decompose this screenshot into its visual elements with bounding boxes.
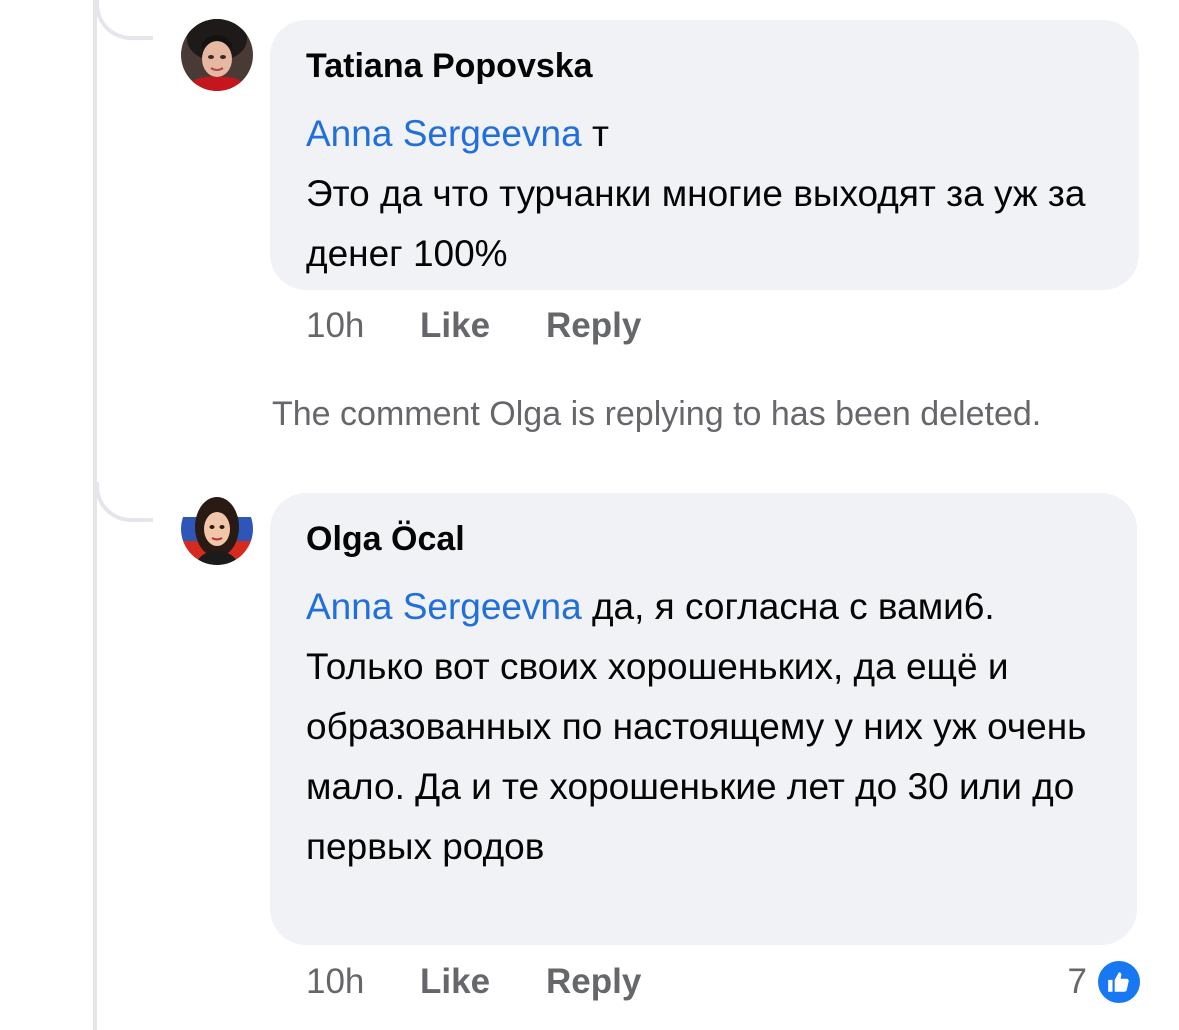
comment-bubble: Tatiana Popovska Anna Sergeevna т Это да… — [270, 20, 1139, 290]
comment-actions: 10h Like Reply — [306, 306, 641, 346]
comment-timestamp[interactable]: 10h — [306, 962, 420, 1002]
like-button[interactable]: Like — [420, 962, 546, 1002]
comment-text: Anna Sergeevna т Это да что турчанки мно… — [306, 104, 1103, 284]
comment-text: Anna Sergeevna да, я согласна с вами6. Т… — [306, 577, 1101, 877]
comment-author[interactable]: Tatiana Popovska — [306, 46, 1103, 86]
thread-line — [93, 0, 97, 1030]
deleted-comment-note: The comment Olga is replying to has been… — [272, 395, 1042, 433]
comment-author[interactable]: Olga Öcal — [306, 519, 1101, 559]
like-button[interactable]: Like — [420, 306, 546, 346]
reaction-count: 7 — [1067, 962, 1087, 1001]
avatar[interactable] — [181, 19, 253, 91]
thumbs-up-icon — [1095, 958, 1143, 1006]
comment-actions: 10h Like Reply — [306, 962, 641, 1002]
avatar-photo-tatiana — [181, 19, 253, 91]
reply-button[interactable]: Reply — [546, 306, 641, 346]
comment-text-line: т — [581, 113, 609, 154]
comment-timestamp[interactable]: 10h — [306, 306, 420, 346]
comment-body: да, я согласна с вами6. Только вот своих… — [306, 586, 1087, 867]
reaction-summary[interactable]: 7 — [1068, 958, 1143, 1006]
mention-link[interactable]: Anna Sergeevna — [306, 113, 582, 154]
reply-button[interactable]: Reply — [546, 962, 641, 1002]
avatar[interactable] — [181, 493, 253, 565]
thread-connector — [95, 0, 153, 40]
comment-bubble: Olga Öcal Anna Sergeevna да, я согласна … — [270, 493, 1137, 945]
mention-link[interactable]: Anna Sergeevna — [306, 586, 582, 627]
thread-connector — [95, 482, 153, 522]
avatar-photo-olga — [181, 493, 253, 565]
comment-body: Это да что турчанки многие выходят за уж… — [306, 173, 1086, 274]
